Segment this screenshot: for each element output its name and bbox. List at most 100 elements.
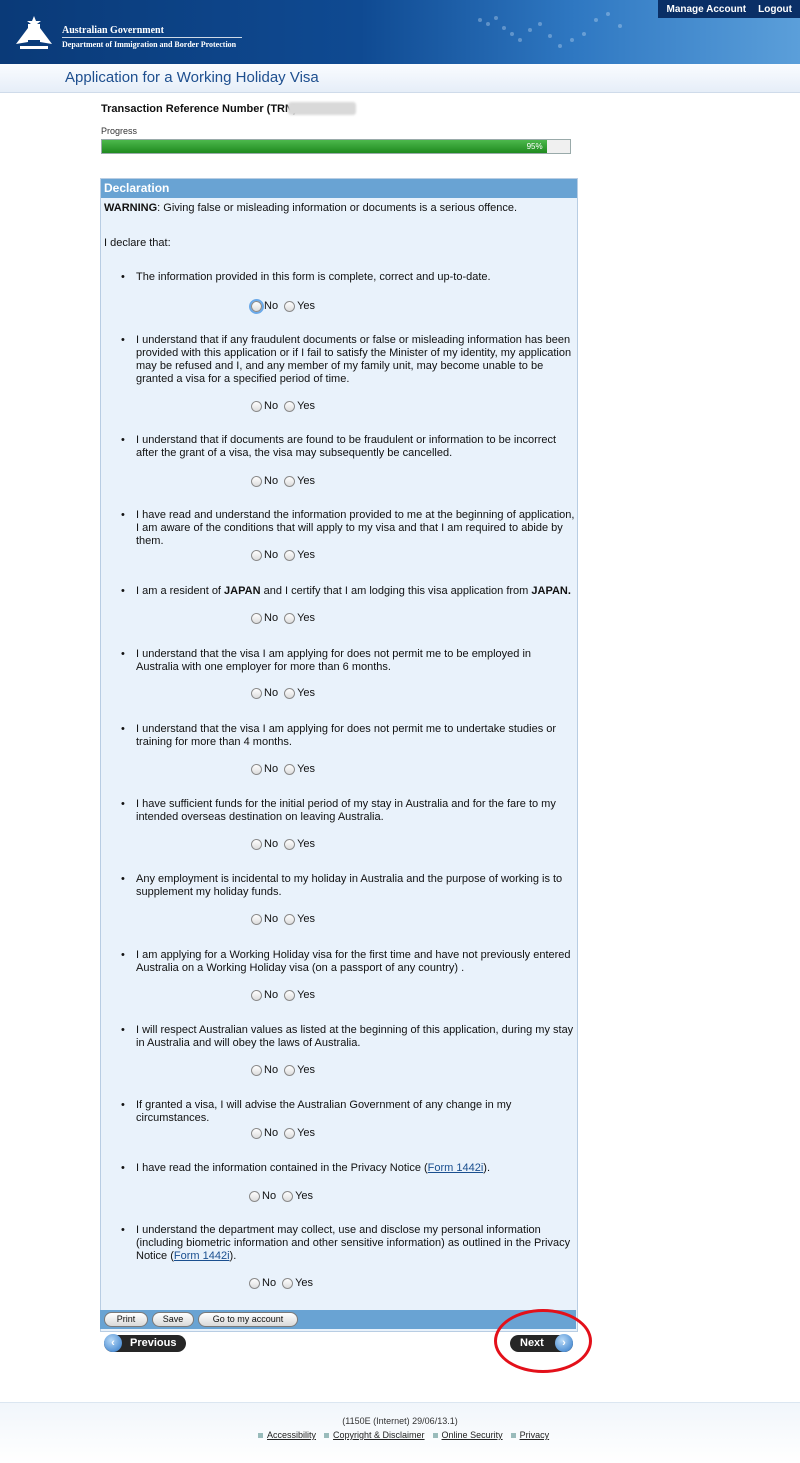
save-button[interactable]: Save: [152, 1312, 194, 1327]
radio-no[interactable]: No: [251, 400, 278, 412]
accessibility-link[interactable]: Accessibility: [267, 1430, 316, 1440]
radio-circle-icon[interactable]: [251, 838, 262, 850]
privacy-link[interactable]: Privacy: [520, 1430, 550, 1440]
privacy-notice-form-link[interactable]: Form 1442i: [428, 1162, 484, 1174]
radio-circle-icon[interactable]: [284, 475, 296, 487]
radio-circle-icon[interactable]: [284, 549, 296, 561]
header-divider: [62, 37, 242, 38]
radio-circle-icon[interactable]: [251, 475, 262, 487]
radio-yes[interactable]: Yes: [284, 475, 315, 487]
radio-circle-icon[interactable]: [282, 1190, 294, 1202]
trn-label: Transaction Reference Number (TRN):: [101, 103, 301, 115]
radio-no[interactable]: No: [251, 687, 278, 699]
radio-circle-icon[interactable]: [284, 1127, 296, 1139]
radio-group: No Yes: [251, 475, 315, 487]
radio-circle-icon[interactable]: [284, 300, 296, 312]
radio-yes[interactable]: Yes: [282, 1190, 313, 1202]
radio-label: No: [264, 300, 279, 312]
radio-no[interactable]: No: [251, 913, 278, 925]
radio-circle-icon[interactable]: [284, 989, 296, 1001]
online-security-link[interactable]: Online Security: [442, 1430, 503, 1440]
radio-circle-icon[interactable]: [251, 400, 262, 412]
bullet-icon: •: [121, 1099, 125, 1111]
radio-group: No Yes: [251, 1127, 315, 1139]
account-bar: Manage Account Logout: [658, 0, 800, 18]
radio-circle-icon[interactable]: [251, 1064, 262, 1076]
bullet-icon: •: [121, 334, 125, 346]
radio-circle-icon[interactable]: [251, 549, 262, 561]
copyright-disclaimer-link[interactable]: Copyright & Disclaimer: [333, 1430, 425, 1440]
radio-yes[interactable]: Yes: [284, 612, 315, 624]
bullet-icon: •: [121, 271, 125, 283]
progress-percent-text: 95%: [526, 142, 543, 151]
radio-circle-icon[interactable]: [251, 989, 262, 1001]
radio-yes[interactable]: Yes: [284, 838, 315, 850]
progress-bar-fill: 95%: [102, 140, 547, 153]
radio-label: Yes: [297, 687, 316, 699]
radio-circle-icon[interactable]: [282, 1277, 294, 1289]
radio-no[interactable]: No: [249, 1277, 276, 1289]
radio-circle-icon[interactable]: [251, 687, 262, 699]
radio-yes[interactable]: Yes: [284, 549, 315, 561]
radio-no[interactable]: No: [251, 475, 278, 487]
warning-text: WARNING: Giving false or misleading info…: [104, 202, 574, 214]
declaration-item-text: I understand that the visa I am applying…: [136, 648, 532, 673]
radio-circle-icon[interactable]: [284, 913, 296, 925]
declaration-item-text: I am a resident of JAPAN and I certify t…: [136, 585, 576, 598]
radio-yes[interactable]: Yes: [284, 1127, 315, 1139]
radio-no[interactable]: No: [251, 549, 278, 561]
radio-no[interactable]: No: [251, 300, 278, 312]
radio-no[interactable]: No: [251, 763, 278, 775]
declaration-item-text: I have read the information contained in…: [136, 1162, 576, 1175]
radio-no[interactable]: No: [249, 1190, 276, 1202]
text-segment: ).: [229, 1250, 237, 1262]
radio-circle-icon[interactable]: [251, 300, 262, 312]
bullet-icon: •: [121, 585, 125, 597]
previous-button[interactable]: ‹ Previous: [104, 1334, 186, 1352]
radio-yes[interactable]: Yes: [284, 300, 315, 312]
radio-label: Yes: [297, 549, 316, 561]
declaration-item-text: I have sufficient funds for the initial …: [136, 798, 556, 823]
radio-circle-icon[interactable]: [251, 1127, 262, 1139]
coat-of-arms-icon: [16, 16, 52, 49]
text-segment: I am a resident of: [136, 585, 225, 597]
radio-label: Yes: [297, 300, 316, 312]
radio-no[interactable]: No: [251, 838, 278, 850]
radio-label: No: [264, 838, 279, 850]
radio-yes[interactable]: Yes: [284, 989, 315, 1001]
radio-circle-icon[interactable]: [284, 763, 296, 775]
privacy-notice-form-link[interactable]: Form 1442i: [174, 1250, 230, 1262]
radio-circle-icon[interactable]: [251, 763, 262, 775]
radio-label: Yes: [297, 475, 316, 487]
radio-yes[interactable]: Yes: [282, 1277, 313, 1289]
radio-yes[interactable]: Yes: [284, 763, 315, 775]
radio-circle-icon[interactable]: [251, 913, 262, 925]
radio-circle-icon[interactable]: [284, 838, 296, 850]
page-title: Application for a Working Holiday Visa: [65, 69, 319, 86]
radio-circle-icon[interactable]: [249, 1190, 260, 1202]
radio-no[interactable]: No: [251, 989, 278, 1001]
go-to-my-account-button[interactable]: Go to my account: [198, 1312, 298, 1327]
radio-circle-icon[interactable]: [284, 612, 296, 624]
print-button[interactable]: Print: [104, 1312, 148, 1327]
manage-account-link[interactable]: Manage Account: [666, 4, 746, 15]
radio-no[interactable]: No: [251, 1127, 278, 1139]
bullet-icon: •: [121, 434, 125, 446]
logout-link[interactable]: Logout: [758, 4, 792, 15]
radio-yes[interactable]: Yes: [284, 913, 315, 925]
radio-no[interactable]: No: [251, 1064, 278, 1076]
radio-yes[interactable]: Yes: [284, 1064, 315, 1076]
radio-group: No Yes: [251, 549, 315, 561]
radio-circle-icon[interactable]: [284, 400, 296, 412]
radio-circle-icon[interactable]: [251, 612, 262, 624]
radio-yes[interactable]: Yes: [284, 687, 315, 699]
radio-circle-icon[interactable]: [284, 687, 296, 699]
declaration-panel: Declaration WARNING: Giving false or mis…: [100, 178, 578, 1332]
radio-circle-icon[interactable]: [284, 1064, 296, 1076]
bullet-icon: •: [121, 648, 125, 660]
radio-circle-icon[interactable]: [249, 1277, 260, 1289]
radio-label: Yes: [297, 913, 316, 925]
radio-yes[interactable]: Yes: [284, 400, 315, 412]
radio-no[interactable]: No: [251, 612, 278, 624]
radio-group: No Yes: [251, 1064, 315, 1076]
